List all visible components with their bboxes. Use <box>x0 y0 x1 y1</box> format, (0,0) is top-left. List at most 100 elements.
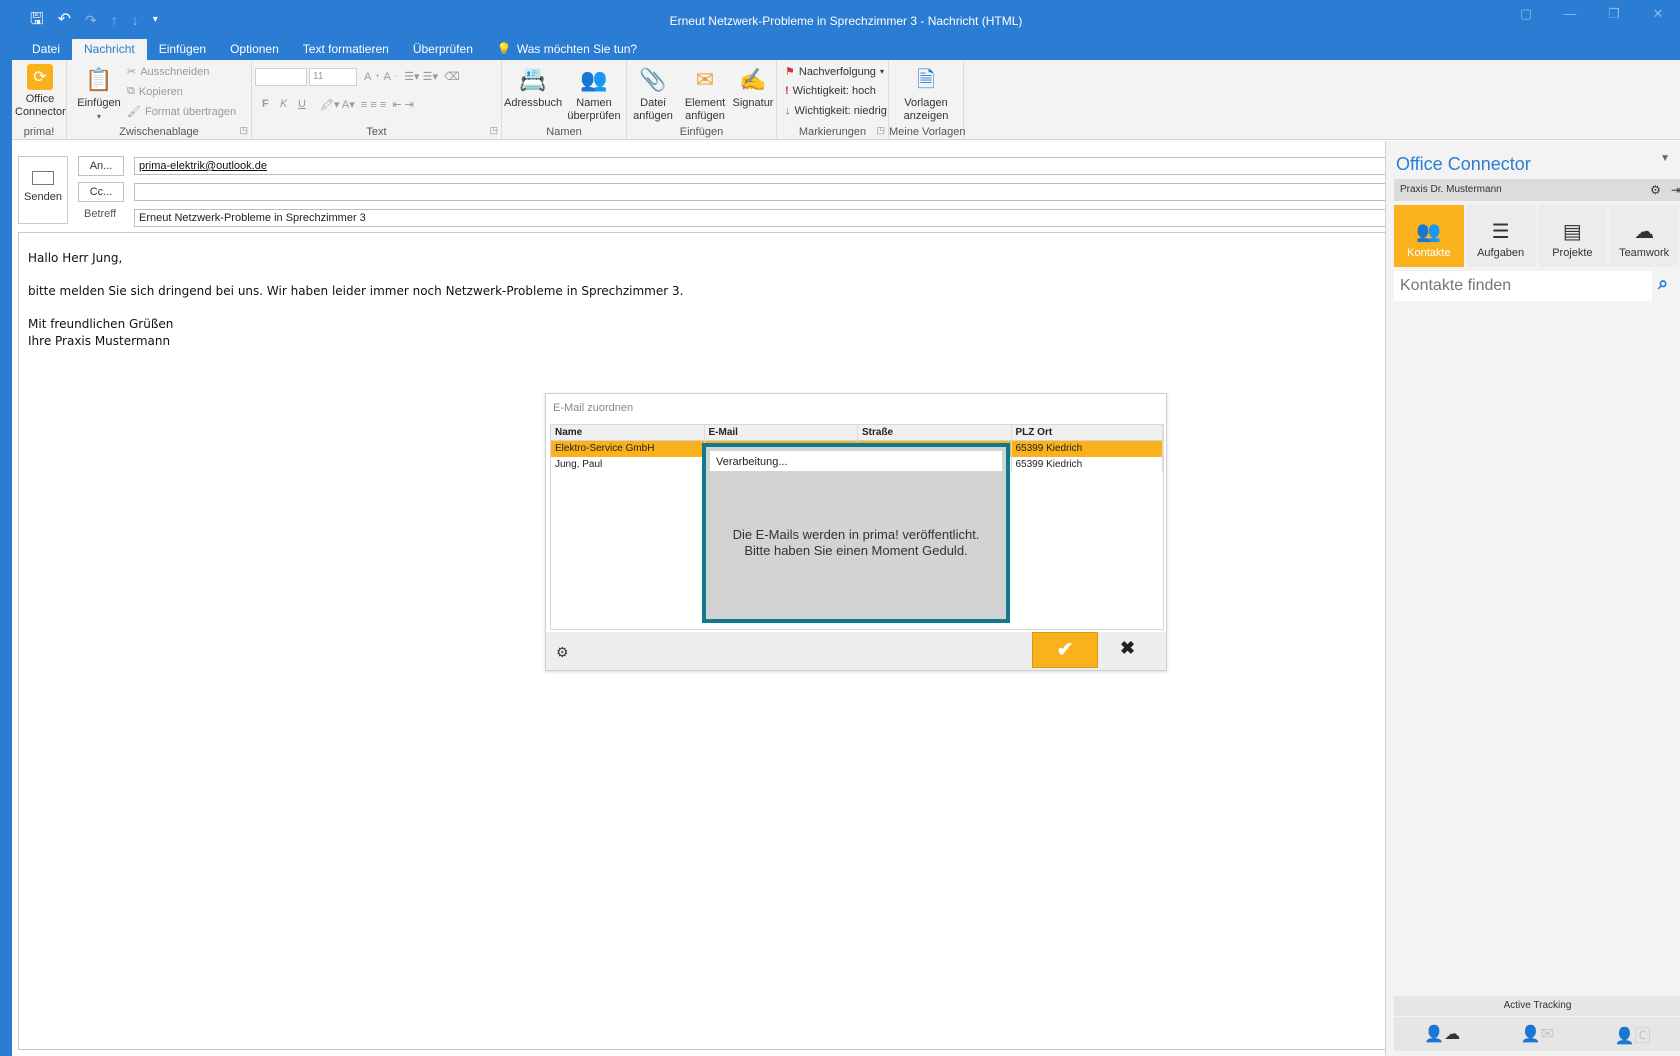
scissors-icon: ✂ <box>127 66 137 78</box>
confirm-button[interactable]: ✔ <box>1032 632 1098 668</box>
font-name-field[interactable] <box>255 68 307 86</box>
close-icon[interactable]: ✕ <box>1636 6 1680 22</box>
importance-high-label: Wichtigkeit: hoch <box>792 85 876 97</box>
cancel-close-icon[interactable]: ✖ <box>1120 638 1135 659</box>
panel-tab-label: Aufgaben <box>1477 247 1525 259</box>
panel-tab-label: Projekte <box>1552 247 1593 259</box>
template-icon: 🗎 <box>917 66 935 92</box>
check-names-button[interactable]: 👥 Namen überprüfen <box>564 64 624 123</box>
contacts-search-input[interactable] <box>1394 271 1652 301</box>
to-button[interactable]: An... <box>78 156 124 176</box>
window-left-border <box>0 0 12 1056</box>
cc-button[interactable]: Cc... <box>78 182 124 202</box>
addressbook-label: Adressbuch <box>504 97 563 109</box>
group-clipboard-label: Zwischenablage <box>119 126 199 138</box>
gear-icon[interactable]: ⚙ <box>556 644 569 661</box>
followup-label: Nachverfolgung <box>798 65 876 78</box>
cell-name: Jung, Paul <box>551 457 705 473</box>
cut-button[interactable]: ✂ Ausschneiden <box>127 65 209 79</box>
panel-tab-projekte[interactable]: ▤ Projekte <box>1537 205 1608 267</box>
ribbon-display-icon[interactable]: ▢ <box>1504 6 1548 22</box>
tab-text-formatieren[interactable]: Text formatieren <box>291 39 401 60</box>
lightbulb-icon: 💡 <box>496 42 512 56</box>
search-icon[interactable]: ⌕ <box>1658 273 1668 294</box>
copy-label: Kopieren <box>138 85 183 98</box>
check-names-label: Namen überprüfen <box>567 97 621 122</box>
italic-label: K <box>280 98 288 110</box>
send-envelope-icon <box>32 171 54 185</box>
addressbook-button[interactable]: 📇 Adressbuch <box>504 64 562 110</box>
progress-line-1: Die E-Mails werden in prima! veröffentli… <box>732 527 980 542</box>
underline-label: U <box>298 98 306 110</box>
contact-cc-icon[interactable]: 👤🄲 <box>1615 1022 1651 1046</box>
show-templates-button[interactable]: 🗎 Vorlagen anzeigen <box>893 64 959 123</box>
subject-field[interactable]: Erneut Netzwerk-Probleme in Sprechzimmer… <box>134 209 1390 227</box>
panel-dropdown-icon[interactable]: ▼ <box>1660 153 1670 164</box>
column-header-name[interactable]: Name <box>551 425 705 440</box>
format-painter-label: Format übertragen <box>144 105 237 118</box>
format-painter-button[interactable]: 🖌 Format übertragen <box>127 105 237 119</box>
cc-field[interactable] <box>134 183 1390 201</box>
tab-einfuegen[interactable]: Einfügen <box>147 39 218 60</box>
grow-font-button[interactable]: A + A- ☰▾ ☰▾ ⌫ <box>364 70 460 84</box>
copy-button[interactable]: ⧉ Kopieren <box>127 85 183 98</box>
tab-ueberpruefen[interactable]: Überprüfen <box>401 39 485 60</box>
tab-optionen[interactable]: Optionen <box>218 39 291 60</box>
office-connector-label: Office Connector <box>15 93 66 118</box>
followup-button[interactable]: ⚑ Nachverfolgung ▾ <box>785 65 884 79</box>
tab-nachricht[interactable]: Nachricht <box>72 39 147 60</box>
minimize-icon[interactable]: — <box>1548 6 1592 22</box>
tell-me-label: Was möchten Sie tun? <box>516 42 638 56</box>
group-tags-label: Markierungen <box>798 126 867 138</box>
copy-icon: ⧉ <box>127 85 135 97</box>
panel-tab-aufgaben[interactable]: ☰ Aufgaben <box>1465 205 1536 267</box>
panel-tab-label: Teamwork <box>1619 247 1670 259</box>
highlight-color-button[interactable]: 🖍▾ A▾ ≡ ≡ ≡ ⇤ ⇥ <box>320 98 414 111</box>
progress-title: Verarbeitung... <box>710 451 1002 471</box>
column-header-city[interactable]: PLZ Ort <box>1012 425 1163 440</box>
envelope-icon: ✉ <box>695 66 715 92</box>
settings-gear-icon[interactable]: ⚙ <box>1650 183 1661 197</box>
group-tags: ⚑ Nachverfolgung ▾ ! Wichtigkeit: hoch ↓ Wic… <box>777 60 889 140</box>
attach-item-button[interactable]: ✉ Element anfügen <box>679 64 731 123</box>
office-connector-button[interactable]: ⟳ Office Connector <box>15 64 66 119</box>
column-header-street[interactable]: Straße <box>858 425 1012 440</box>
group-clipboard: 📋 Einfügen ▾ ✂ Ausschneiden ⧉ Kopieren 🖌 Fo… <box>67 60 252 140</box>
panel-tab-teamwork[interactable]: ☁ Teamwork <box>1609 205 1679 267</box>
attach-file-button[interactable]: 📎 Datei anfügen <box>629 64 677 123</box>
cell-name: Elektro-Service GmbH <box>551 441 705 457</box>
tags-dialog-launcher-icon[interactable]: ◳ <box>876 125 885 136</box>
send-button[interactable]: Senden <box>18 156 68 224</box>
group-prima: ⟳ Office Connector prima! <box>12 60 67 140</box>
contact-cloud-icon[interactable]: 👤☁ <box>1424 1024 1460 1044</box>
logout-icon[interactable]: ⇥ <box>1671 183 1680 197</box>
clipboard-dialog-launcher-icon[interactable]: ◳ <box>239 125 248 136</box>
checkmark-icon: ✔ <box>1056 639 1074 661</box>
restore-icon[interactable]: ❐ <box>1592 6 1636 22</box>
body-line-signature: Ihre Praxis Mustermann <box>28 334 171 348</box>
tab-datei[interactable]: Datei <box>20 39 72 60</box>
to-field[interactable]: prima-elektrik@outlook.de <box>134 157 1390 175</box>
text-dialog-launcher-icon[interactable]: ◳ <box>489 125 498 136</box>
contact-mail-icon[interactable]: 👤✉ <box>1521 1024 1554 1044</box>
importance-low-label: Wichtigkeit: niedrig <box>794 105 887 117</box>
paste-button[interactable]: 📋 Einfügen ▾ <box>77 64 121 123</box>
cloud-icon: ☁ <box>1634 221 1655 243</box>
italic-button[interactable]: K <box>280 98 287 110</box>
body-line-message: bitte melden Sie sich dringend bei uns. … <box>28 284 684 298</box>
window-title: Erneut Netzwerk-Probleme in Sprechzimmer… <box>669 14 1023 28</box>
bold-button[interactable]: F <box>262 98 269 110</box>
clipboard-icon: 📋 <box>85 66 113 92</box>
signature-icon: ✍ <box>739 66 767 92</box>
panel-tab-kontakte[interactable]: 👥 Kontakte <box>1394 205 1464 267</box>
dialog-footer: ⚙ ✔ ✖ <box>546 632 1166 670</box>
importance-high-button[interactable]: ! Wichtigkeit: hoch <box>785 85 876 97</box>
tell-me-search[interactable]: 💡 Was möchten Sie tun? <box>485 39 649 60</box>
arrow-down-blue-icon: ↓ <box>785 105 791 117</box>
signature-button[interactable]: ✍ Signatur <box>731 64 775 110</box>
font-size-field[interactable]: 11 <box>309 68 357 86</box>
underline-button[interactable]: U <box>298 98 306 110</box>
tasks-icon: ☰ <box>1491 221 1510 243</box>
column-header-email[interactable]: E-Mail <box>705 425 858 440</box>
importance-low-button[interactable]: ↓ Wichtigkeit: niedrig <box>785 105 887 117</box>
